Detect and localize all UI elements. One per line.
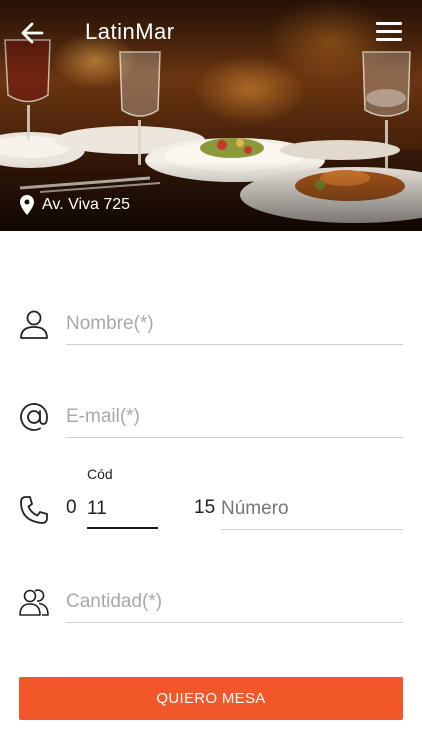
users-icon: [19, 589, 49, 616]
hamburger-menu-icon: [376, 22, 402, 41]
area-code-prefix: 0: [66, 497, 77, 518]
email-input[interactable]: [66, 403, 402, 431]
quantity-input[interactable]: [66, 588, 402, 616]
mobile-prefix: 15: [194, 497, 216, 518]
at-sign-icon: [20, 403, 48, 431]
quantity-field: [0, 578, 422, 628]
email-field: [0, 393, 422, 443]
arrow-left-icon: [21, 22, 44, 44]
hero-image: LatinMar Av. Viva 725: [0, 0, 422, 231]
restaurant-address: Av. Viva 725: [20, 195, 130, 215]
quantity-underline: [66, 622, 403, 623]
phone-number-underline: [221, 529, 403, 530]
menu-button[interactable]: [376, 22, 402, 44]
reserve-table-button[interactable]: QUIERO MESA: [19, 677, 403, 720]
map-pin-icon: [20, 195, 34, 215]
name-underline: [66, 344, 403, 345]
back-button[interactable]: [18, 18, 48, 48]
top-app-bar: LatinMar: [0, 0, 422, 66]
phone-number-input[interactable]: [221, 496, 402, 522]
area-code-label: Cód: [87, 466, 113, 482]
area-code-input[interactable]: [87, 496, 157, 522]
name-field: [0, 300, 422, 350]
email-underline: [66, 437, 403, 438]
address-text: Av. Viva 725: [42, 196, 131, 213]
name-input[interactable]: [66, 310, 402, 338]
area-code-underline: [87, 527, 158, 529]
phone-icon: [20, 496, 48, 524]
user-icon: [20, 310, 48, 339]
app-title: LatinMar: [85, 19, 175, 44]
